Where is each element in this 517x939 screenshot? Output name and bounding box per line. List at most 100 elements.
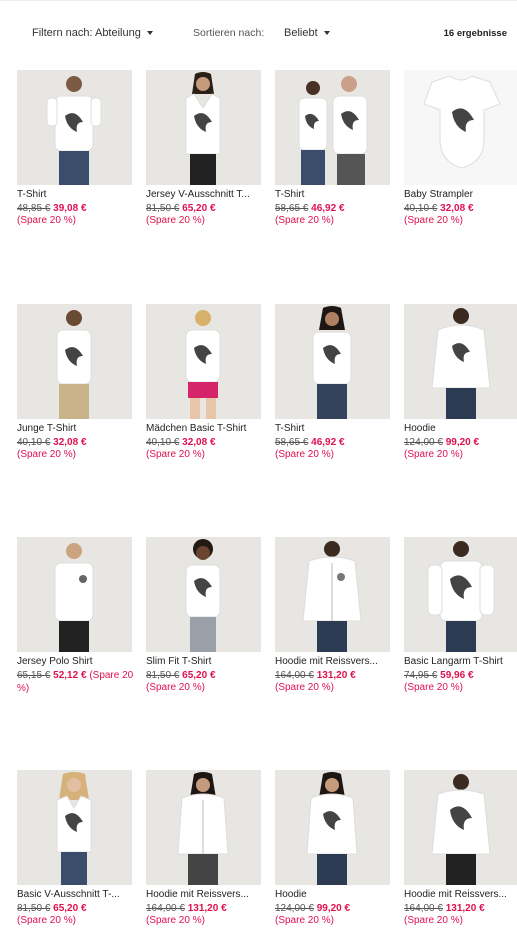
product-title[interactable]: T-Shirt bbox=[275, 189, 391, 201]
product-image[interactable] bbox=[17, 537, 132, 652]
discount-label: (Spare 20 %) bbox=[404, 915, 463, 926]
original-price: 40,10 € bbox=[17, 437, 51, 448]
sort-dropdown[interactable]: Beliebt bbox=[284, 27, 330, 39]
discount-label: (Spare 20 %) bbox=[275, 915, 334, 926]
product-image[interactable] bbox=[275, 70, 390, 185]
results-count: 16 ergebnisse bbox=[443, 28, 507, 39]
original-price: 40,10 € bbox=[404, 203, 438, 214]
product-card[interactable]: Baby Strampler 40,10 € 32,08 € (Spare 20… bbox=[404, 70, 517, 227]
discount-label: (Spare 20 %) bbox=[17, 449, 76, 460]
sale-price: 99,20 € bbox=[445, 437, 480, 448]
product-price: 164,00 € 131,20 € bbox=[146, 902, 264, 915]
product-card[interactable]: T-Shirt 58,65 € 46,92 € (Spare 20 %) bbox=[275, 304, 393, 461]
product-card[interactable]: T-Shirt 58,65 € 46,92 € (Spare 20 %) bbox=[275, 70, 393, 227]
product-image[interactable] bbox=[404, 304, 517, 419]
product-price: 81,50 € 65,20 € bbox=[146, 669, 264, 682]
product-price: 48,85 € 39,08 € bbox=[17, 202, 135, 215]
sale-price: 32,08 € bbox=[53, 437, 87, 448]
product-title[interactable]: Hoodie mit Reissvers... bbox=[275, 656, 391, 668]
product-image[interactable] bbox=[404, 770, 517, 885]
product-title[interactable]: Junge T-Shirt bbox=[17, 423, 133, 435]
product-title[interactable]: Slim Fit T-Shirt bbox=[146, 656, 262, 668]
product-card[interactable]: Basic V-Ausschnitt T-... 81,50 € 65,20 €… bbox=[17, 770, 135, 927]
product-card[interactable]: Jersey Polo Shirt 65,15 € 52,12 € (Spare… bbox=[17, 537, 135, 695]
product-title[interactable]: T-Shirt bbox=[17, 189, 133, 201]
product-price: 164,00 € 131,20 € bbox=[275, 669, 393, 682]
product-image[interactable] bbox=[146, 770, 261, 885]
product-image[interactable] bbox=[275, 304, 390, 419]
sale-price: 39,08 € bbox=[53, 203, 87, 214]
sale-price: 131,20 € bbox=[316, 670, 356, 681]
product-image[interactable] bbox=[17, 770, 132, 885]
product-card[interactable]: Mädchen Basic T-Shirt 40,10 € 32,08 € (S… bbox=[146, 304, 264, 461]
discount-label: (Spare 20 %) bbox=[275, 449, 334, 460]
sale-price: 131,20 € bbox=[187, 903, 227, 914]
discount-label: (Spare 20 %) bbox=[146, 682, 205, 693]
original-price: 164,00 € bbox=[275, 670, 314, 681]
original-price: 81,50 € bbox=[17, 903, 51, 914]
product-title[interactable]: Basic V-Ausschnitt T-... bbox=[17, 889, 133, 901]
chevron-down-icon bbox=[323, 31, 330, 35]
product-title[interactable]: Jersey V-Ausschnitt T... bbox=[146, 189, 262, 201]
discount-label: (Spare 20 %) bbox=[146, 215, 205, 226]
original-price: 74,95 € bbox=[404, 670, 438, 681]
discount-label: (Spare 20 %) bbox=[404, 449, 463, 460]
sale-price: 99,20 € bbox=[316, 903, 351, 914]
sale-price: 32,08 € bbox=[182, 437, 216, 448]
product-card[interactable]: Hoodie 124,00 € 99,20 € (Spare 20 %) bbox=[275, 770, 393, 927]
filter-bar: Filtern nach: Abteilung Sortieren nach: … bbox=[0, 0, 517, 67]
discount-label: (Spare 20 %) bbox=[17, 915, 76, 926]
sale-price: 46,92 € bbox=[311, 203, 345, 214]
product-image[interactable] bbox=[275, 770, 390, 885]
product-card[interactable]: Jersey V-Ausschnitt T... 81,50 € 65,20 €… bbox=[146, 70, 264, 227]
product-title[interactable]: Hoodie mit Reissvers... bbox=[146, 889, 262, 901]
sale-price: 32,08 € bbox=[440, 203, 474, 214]
product-image[interactable] bbox=[275, 537, 390, 652]
product-image[interactable] bbox=[404, 537, 517, 652]
discount-label: (Spare 20 %) bbox=[275, 215, 334, 226]
original-price: 58,65 € bbox=[275, 437, 309, 448]
product-price: 124,00 € 99,20 € bbox=[275, 902, 393, 915]
product-image[interactable] bbox=[146, 304, 261, 419]
product-card[interactable]: Hoodie mit Reissvers... 164,00 € 131,20 … bbox=[404, 770, 517, 927]
original-price: 124,00 € bbox=[404, 437, 443, 448]
product-card[interactable]: T-Shirt 48,85 € 39,08 € (Spare 20 %) bbox=[17, 70, 135, 227]
product-image[interactable] bbox=[146, 537, 261, 652]
discount-label: (Spare 20 %) bbox=[404, 215, 463, 226]
sort-label: Sortieren nach: bbox=[193, 27, 265, 39]
product-title[interactable]: Jersey Polo Shirt bbox=[17, 656, 133, 668]
product-image[interactable] bbox=[17, 70, 132, 185]
sale-price: 59,96 € bbox=[440, 670, 474, 681]
product-title[interactable]: Basic Langarm T-Shirt bbox=[404, 656, 517, 668]
product-price: 74,95 € 59,96 € bbox=[404, 669, 517, 682]
product-price: 65,15 € 52,12 € (Spare 20 %) bbox=[17, 669, 135, 695]
product-card[interactable]: Basic Langarm T-Shirt 74,95 € 59,96 € (S… bbox=[404, 537, 517, 694]
product-card[interactable]: Hoodie mit Reissvers... 164,00 € 131,20 … bbox=[275, 537, 393, 694]
original-price: 164,00 € bbox=[146, 903, 185, 914]
department-filter-dropdown[interactable]: Filtern nach: Abteilung bbox=[32, 27, 153, 39]
product-price: 81,50 € 65,20 € bbox=[17, 902, 135, 915]
department-filter-label: Filtern nach: Abteilung bbox=[32, 27, 141, 39]
product-title[interactable]: Hoodie bbox=[404, 423, 517, 435]
product-title[interactable]: T-Shirt bbox=[275, 423, 391, 435]
product-title[interactable]: Mädchen Basic T-Shirt bbox=[146, 423, 262, 435]
product-title[interactable]: Baby Strampler bbox=[404, 189, 517, 201]
product-image[interactable] bbox=[17, 304, 132, 419]
product-price: 164,00 € 131,20 € bbox=[404, 902, 517, 915]
product-card[interactable]: Hoodie mit Reissvers... 164,00 € 131,20 … bbox=[146, 770, 264, 927]
original-price: 40,10 € bbox=[146, 437, 180, 448]
product-image[interactable] bbox=[404, 70, 517, 185]
product-price: 40,10 € 32,08 € bbox=[17, 436, 135, 449]
product-card[interactable]: Slim Fit T-Shirt 81,50 € 65,20 € (Spare … bbox=[146, 537, 264, 694]
product-card[interactable]: Junge T-Shirt 40,10 € 32,08 € (Spare 20 … bbox=[17, 304, 135, 461]
discount-label: (Spare 20 %) bbox=[404, 682, 463, 693]
product-title[interactable]: Hoodie mit Reissvers... bbox=[404, 889, 517, 901]
product-image[interactable] bbox=[146, 70, 261, 185]
product-title[interactable]: Hoodie bbox=[275, 889, 391, 901]
sale-price: 65,20 € bbox=[53, 903, 87, 914]
original-price: 48,85 € bbox=[17, 203, 51, 214]
product-price: 124,00 € 99,20 € bbox=[404, 436, 517, 449]
original-price: 164,00 € bbox=[404, 903, 443, 914]
product-card[interactable]: Hoodie 124,00 € 99,20 € (Spare 20 %) bbox=[404, 304, 517, 461]
original-price: 124,00 € bbox=[275, 903, 314, 914]
